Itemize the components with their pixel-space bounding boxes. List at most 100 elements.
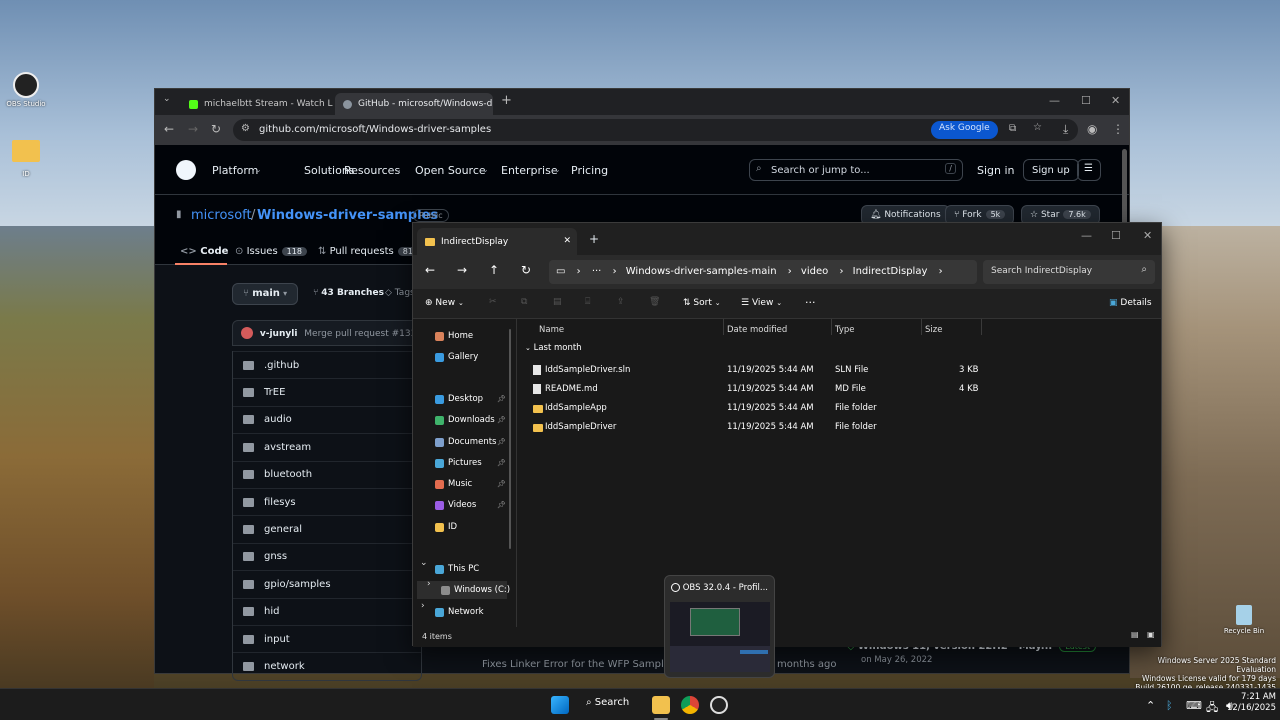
sidebar-scrollbar[interactable]: [509, 329, 511, 549]
branches-link[interactable]: ⑂ 43 Branches: [313, 288, 384, 298]
file-name[interactable]: bluetooth: [264, 469, 312, 480]
chrome-tab-kick[interactable]: michaelbtt Stream - Watch Live ✕: [181, 93, 333, 115]
bookmark-star-icon[interactable]: ☆: [1033, 122, 1042, 133]
paste-icon[interactable]: ▤: [553, 297, 562, 307]
file-row[interactable]: IddSampleDriver.sln 11/19/2025 5:44 AM SLN…: [525, 361, 1155, 380]
chevron-right-icon[interactable]: ›: [421, 601, 425, 611]
refresh-icon[interactable]: ↻: [521, 263, 531, 277]
breadcrumb[interactable]: ▭ › ··· › Windows-driver-samples-main › …: [549, 260, 977, 284]
nav-pricing[interactable]: Pricing: [571, 164, 608, 177]
table-row[interactable]: filesys: [233, 487, 421, 515]
breadcrumb-item[interactable]: video: [801, 266, 828, 277]
explorer-tab[interactable]: IndirectDisplay ✕: [417, 228, 577, 255]
tiles-view-icon[interactable]: ▣: [1147, 630, 1155, 639]
file-name[interactable]: hid: [264, 606, 279, 617]
address-bar[interactable]: ⚙ github.com/microsoft/Windows-driver-sa…: [233, 119, 1078, 141]
table-row[interactable]: audio: [233, 405, 421, 433]
table-row[interactable]: general: [233, 515, 421, 542]
table-row[interactable]: input: [233, 624, 421, 652]
more-icon[interactable]: ···: [592, 266, 602, 277]
file-name[interactable]: gnss: [264, 551, 287, 562]
more-options-icon[interactable]: ···: [805, 296, 816, 309]
view-button[interactable]: ☰ View ⌄: [741, 298, 782, 308]
sidebar-item-home[interactable]: Home: [435, 327, 473, 345]
clock[interactable]: 7:21 AM 12/16/2025: [1222, 692, 1276, 714]
chrome-taskbar-icon[interactable]: [681, 696, 699, 714]
forward-icon[interactable]: →: [188, 122, 198, 136]
file-name[interactable]: TrEE: [264, 387, 285, 398]
tab-pull-requests[interactable]: ⇅ Pull requests 81: [318, 246, 418, 257]
sidebar-item-gallery[interactable]: Gallery: [435, 348, 478, 366]
bluetooth-icon[interactable]: ᛒ: [1166, 699, 1173, 712]
tab-issues[interactable]: ⊙ Issues 118: [235, 246, 307, 257]
file-row[interactable]: README.md 11/19/2025 5:44 AM MD File 4 KB: [525, 380, 1155, 399]
sign-up-button[interactable]: Sign up: [1023, 159, 1079, 181]
table-row[interactable]: bluetooth: [233, 460, 421, 488]
repo-owner-link[interactable]: microsoft: [191, 208, 252, 223]
nav-platform[interactable]: Platform: [212, 164, 258, 177]
table-row[interactable]: hid: [233, 597, 421, 625]
github-logo-icon[interactable]: [176, 160, 196, 180]
column-size[interactable]: Size: [925, 325, 942, 335]
table-row[interactable]: avstream: [233, 433, 421, 460]
chrome-tab-github[interactable]: GitHub - microsoft/Windows-dr ✕: [335, 93, 493, 115]
column-divider[interactable]: [831, 319, 832, 335]
nav-open-source[interactable]: Open Source: [415, 164, 486, 177]
file-name[interactable]: network: [264, 661, 305, 672]
commit-message[interactable]: Merge pull request #1336 fr: [304, 329, 421, 339]
details-view-icon[interactable]: ▤: [1131, 630, 1139, 639]
mobile-menu-button[interactable]: ☰: [1077, 159, 1101, 181]
column-date-modified[interactable]: Date modified: [727, 325, 787, 335]
column-divider[interactable]: [921, 319, 922, 335]
menu-icon[interactable]: ⋮: [1112, 122, 1124, 136]
close-window-icon[interactable]: ✕: [1143, 229, 1152, 242]
sidebar-item-downloads[interactable]: Downloads 📌︎: [435, 411, 506, 429]
nav-enterprise[interactable]: Enterprise: [501, 164, 558, 177]
desktop-icon-recycle-bin[interactable]: Recycle Bin: [1216, 605, 1272, 635]
details-button[interactable]: ▣ Details: [1109, 298, 1152, 308]
obs-taskbar-icon[interactable]: [710, 696, 728, 714]
file-explorer-taskbar-icon[interactable]: [652, 696, 670, 714]
table-row[interactable]: gpio/samples: [233, 570, 421, 597]
column-divider[interactable]: [723, 319, 724, 335]
file-name[interactable]: general: [264, 524, 302, 535]
site-info-icon[interactable]: ⚙: [241, 123, 250, 134]
new-tab-icon[interactable]: +: [589, 232, 599, 246]
sort-button[interactable]: ⇅ Sort ⌄: [683, 298, 721, 308]
new-button[interactable]: ⊕ New ⌄: [425, 298, 464, 308]
sidebar-item-id[interactable]: ID: [435, 518, 457, 536]
nav-resources[interactable]: Resources: [344, 164, 400, 177]
sidebar-item-this-pc[interactable]: This PC: [435, 560, 479, 578]
install-app-icon[interactable]: ⧉: [1009, 123, 1016, 134]
table-row[interactable]: gnss: [233, 542, 421, 570]
folder-row[interactable]: IddSampleDriver 11/19/2025 5:44 AM File fo…: [525, 418, 1155, 437]
back-icon[interactable]: ←: [425, 263, 435, 277]
minimize-icon[interactable]: —: [1081, 229, 1092, 242]
sidebar-item-network[interactable]: Network: [435, 603, 484, 621]
chevron-right-icon[interactable]: ›: [427, 579, 431, 589]
sidebar-item-pictures[interactable]: Pictures 📌︎: [435, 454, 506, 472]
maximize-icon[interactable]: ☐: [1111, 229, 1121, 242]
cut-icon[interactable]: ✂: [489, 297, 497, 307]
repo-name-link[interactable]: Windows-driver-samples: [257, 208, 438, 223]
breadcrumb-item[interactable]: IndirectDisplay: [853, 266, 928, 277]
close-window-icon[interactable]: ✕: [1111, 94, 1120, 107]
close-tab-icon[interactable]: ✕: [563, 236, 571, 246]
table-row[interactable]: TrEE: [233, 378, 421, 405]
column-name[interactable]: Name: [539, 325, 564, 335]
commit-author[interactable]: v-junyli: [260, 329, 298, 339]
sign-in-link[interactable]: Sign in: [977, 164, 1015, 177]
copy-icon[interactable]: ⧉: [521, 297, 527, 307]
forward-icon[interactable]: →: [457, 263, 467, 277]
sidebar-item-videos[interactable]: Videos 📌︎: [435, 496, 506, 514]
column-divider[interactable]: [981, 319, 982, 335]
network-icon[interactable]: 🖧︎: [1206, 699, 1218, 718]
minimize-icon[interactable]: —: [1049, 94, 1060, 107]
group-header[interactable]: ⌄ Last month: [525, 343, 582, 353]
github-search-input[interactable]: ⌕ Search or jump to... /: [749, 159, 963, 181]
downloads-icon[interactable]: ⤓: [1063, 122, 1068, 137]
sidebar-item-documents[interactable]: Documents 📌︎: [435, 433, 506, 451]
up-icon[interactable]: ↑: [489, 263, 499, 277]
branch-selector[interactable]: ⑂ main ▾: [232, 283, 299, 305]
show-hidden-icons-icon[interactable]: ⌃: [1146, 699, 1155, 712]
